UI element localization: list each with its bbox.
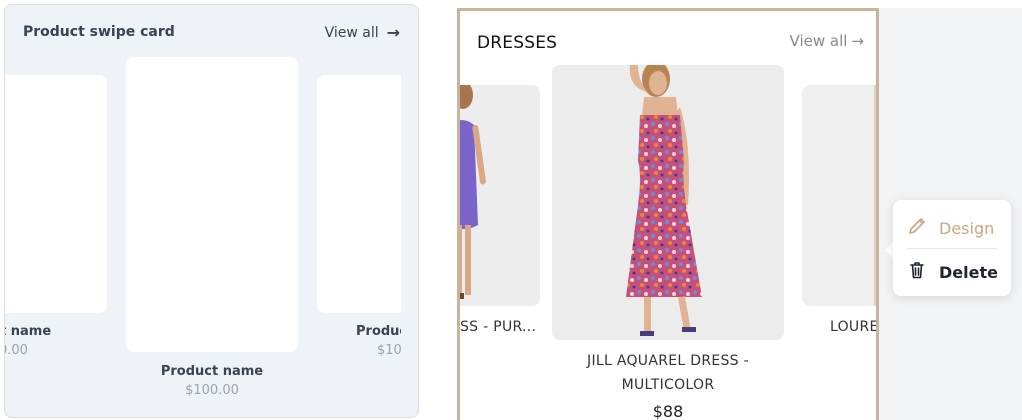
trash-icon: [907, 260, 927, 284]
product-name: LOURE: [830, 319, 879, 335]
pencil-icon: [907, 216, 927, 240]
delete-label: Delete: [939, 262, 998, 282]
product-card-placeholder[interactable]: [126, 57, 298, 352]
product-name-line2: MULTICOLOR: [621, 377, 715, 393]
product-name: t name: [5, 324, 52, 339]
product-price: 0.00: [5, 343, 28, 358]
product-price: $100.00: [185, 383, 239, 398]
product-image[interactable]: [802, 85, 876, 306]
product-card-placeholder[interactable]: [317, 75, 401, 313]
design-menu-item[interactable]: Design: [907, 216, 994, 240]
product-name: SS - PUR...: [460, 319, 537, 335]
view-all-label: View all: [789, 32, 848, 50]
product-image[interactable]: [552, 65, 784, 340]
context-menu: Design Delete: [893, 200, 1011, 296]
product-name-line1: JILL AQUAREL DRESS -: [587, 353, 749, 369]
menu-divider: [907, 248, 997, 249]
multicolor-dress-model-image: [552, 65, 784, 340]
delete-menu-item[interactable]: Delete: [907, 260, 998, 284]
partial-model-image: [802, 85, 876, 306]
menu-caret: [884, 242, 893, 258]
product-name: Product name: [160, 364, 264, 379]
product-price: $10: [377, 343, 401, 358]
dresses-section[interactable]: DRESSES View all → SS - PUR... JILL AQUA…: [457, 8, 879, 420]
purple-dress-model-image: [460, 85, 540, 306]
product-name: Produc: [356, 324, 401, 339]
view-all-link[interactable]: View all →: [790, 32, 864, 50]
product-card-placeholder[interactable]: [5, 75, 107, 313]
product-image[interactable]: [460, 85, 540, 306]
swipe-card-carousel[interactable]: t name 0.00 Product name $100.00 Produc …: [5, 5, 401, 417]
product-swipe-card-panel: Product swipe card View all → t name 0.0…: [4, 4, 419, 418]
design-label: Design: [939, 218, 995, 238]
section-title: DRESSES: [477, 33, 558, 53]
product-price: $88: [652, 402, 684, 420]
arrow-right-icon: →: [851, 32, 864, 50]
